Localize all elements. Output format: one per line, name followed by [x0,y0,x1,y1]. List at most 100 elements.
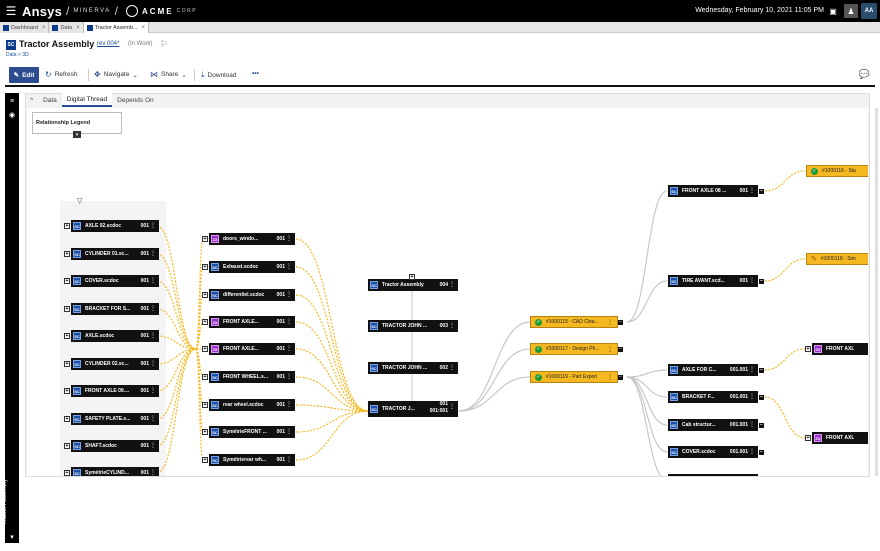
node-menu-icon[interactable]: ⋮ [749,187,755,194]
node-menu-icon[interactable]: ⋮ [607,319,613,326]
node-body[interactable]: SC SHAFT.scdoc 001 ⋮ [71,440,159,452]
collapse-node-icon[interactable]: − [759,188,764,194]
node-menu-icon[interactable]: ⋮ [286,373,292,380]
expand-node-icon[interactable]: + [64,361,70,367]
expand-node-icon[interactable]: + [202,429,208,435]
expand-node-icon[interactable]: + [64,416,70,422]
collapse-node-icon[interactable]: − [759,394,764,400]
collapse-panel-icon[interactable]: ^ [25,93,38,107]
expand-node-icon[interactable]: + [202,319,208,325]
node-menu-icon[interactable]: ⋮ [150,332,156,339]
graph-node[interactable]: + SC rear wheel.scdoc 001 ⋮ [202,399,295,411]
collapse-node-icon[interactable]: − [759,422,764,428]
graph-node[interactable]: SC TRACTOR JOHN ... 003 ⋮ [368,320,458,332]
tab-depends-on[interactable]: Depends On [112,93,159,107]
graph-node[interactable]: + ZX FRONT AXLE... 001 ⋮ [202,343,295,355]
expand-node-icon[interactable]: + [64,388,70,394]
node-menu-icon[interactable]: ⋮ [150,387,156,394]
expand-node-icon[interactable]: + [805,346,811,352]
graph-node[interactable]: SC AXLE FOR C... 001.001 ⋮ − [668,364,764,376]
layout-toggle-icon[interactable]: ▣ [826,4,840,18]
graph-node[interactable]: SC BRACKET F... 001.001 ⋮ − [668,391,764,403]
node-menu-icon[interactable]: ⋮ [449,322,455,329]
node-menu-icon[interactable]: ⋮ [749,366,755,373]
node-body[interactable]: ZXFRONT AXL⋮ [812,432,868,444]
graph-node[interactable]: SC COVER.scdoc 001.001 ⋮ − [668,446,764,458]
graph-node[interactable]: + SC AXLE 02.scdoc 001 ⋮ [64,220,159,232]
vertical-scrollbar[interactable] [875,108,878,476]
expand-node-icon[interactable]: + [64,306,70,312]
node-body[interactable]: SC FRONT AXLE 08 ... 001 ⋮ [668,185,758,197]
tab-tractor-assembly[interactable]: Tractor Assemb... × [83,22,149,33]
cad-task-node[interactable]: ✓ #1000119 - Part Export ⋮ − [530,371,623,383]
node-body[interactable]: SC FRONT AXLE 09.... 001 ⋮ [71,385,159,397]
graph-node[interactable]: + SC Exhaust.scdoc 001 ⋮ [202,261,295,273]
node-body[interactable]: SC AXLE.scdoc 001 ⋮ [71,330,159,342]
node-menu-icon[interactable]: ⋮ [150,305,156,312]
cad-task-node[interactable]: ✎ #1000118 - Sim [806,253,868,265]
node-menu-icon[interactable]: ⋮ [286,263,292,270]
node-menu-icon[interactable]: ⋮ [286,456,292,463]
expand-node-icon[interactable]: + [64,223,70,229]
expand-node-icon[interactable]: + [202,236,208,242]
cad-task-node[interactable]: ✓ #1000117 - Design Ph... ⋮ − [530,343,623,355]
expand-node-icon[interactable]: + [64,251,70,257]
node-menu-icon[interactable]: ⋮ [749,421,755,428]
node-menu-icon[interactable]: ⋮ [749,277,755,284]
node-menu-icon[interactable]: ⋮ [150,250,156,257]
graph-node[interactable]: SC Cab structur... 001.001 ⋮ − [668,419,764,431]
graph-node[interactable]: SC TRACTOR J... 001 001:001 ⋮ [368,401,458,417]
tab-data[interactable]: Data [38,93,62,107]
expand-node-icon[interactable]: + [202,264,208,270]
expand-node-icon[interactable]: + [64,470,70,476]
graph-node[interactable]: + ZX doors_windo... 001 ⋮ [202,233,295,245]
list-icon[interactable]: ≡ [8,97,16,105]
hamburger-menu-icon[interactable]: ☰ [0,0,22,22]
expand-node-icon[interactable]: + [202,292,208,298]
node-menu-icon[interactable]: ⋮ [286,235,292,242]
node-body[interactable]: SC TIRE AVANT.scd... 001 ⋮ [668,275,758,287]
collapse-node-icon[interactable]: − [618,375,623,380]
collapse-node-icon[interactable]: − [759,367,764,373]
node-menu-icon[interactable]: ⋮ [449,364,455,371]
node-menu-icon[interactable]: ⋮ [449,281,455,288]
node-menu-icon[interactable]: ⋮ [150,469,156,476]
expand-node-icon[interactable]: + [202,374,208,380]
node-body[interactable]: SC SAFETY PLATE.s... 001 ⋮ [71,413,159,425]
close-icon[interactable]: × [76,25,80,31]
graph-node[interactable]: + SC BRACKET FOR S... 001 ⋮ [64,303,159,315]
node-menu-icon[interactable]: ⋮ [286,318,292,325]
tab-dashboard[interactable]: Dashboard × [0,22,50,33]
collapse-node-icon[interactable]: − [618,320,623,325]
edit-button[interactable]: ✎ Edit [9,67,39,83]
graph-node[interactable]: + SC CYLINDER 02.sc... 001 ⋮ [64,358,159,370]
download-button[interactable]: ⤓ Download [201,70,236,80]
expand-parent-icon[interactable]: + [409,274,415,280]
node-body[interactable]: SC CYLINDER 01.sc... 001 ⋮ [71,248,159,260]
node-body[interactable]: SC TRACTOR JOHN ... 003 ⋮ [368,320,458,332]
database-icon[interactable]: ◉ [8,111,16,119]
graph-node[interactable]: +ZXFRONT AXL⋮ [805,343,868,355]
node-body[interactable]: SC Tractor Assembly 004 ⋮ [368,279,458,291]
node-body[interactable]: SC AXLE FOR C... 001.001 ⋮ [668,364,758,376]
node-menu-icon[interactable]: ⋮ [286,401,292,408]
graph-node[interactable]: + SC Symétrierear wh... 001 ⋮ [202,454,295,466]
node-body[interactable]: SC CYLINDER 02.sc... 001 ⋮ [71,358,159,370]
node-body[interactable]: SC TRACTOR JOHN ... 002 ⋮ [368,362,458,374]
expand-node-icon[interactable]: + [64,443,70,449]
node-body[interactable]: SC SymétrieCYLIND... 001 ⋮ [71,467,159,476]
node-body[interactable]: ZX FRONT AXLE... 001 ⋮ [209,343,295,355]
node-menu-icon[interactable]: ⋮ [286,345,292,352]
node-body[interactable]: SC rear wheel.scdoc 001 ⋮ [209,399,295,411]
graph-node[interactable]: SC FRONT AXLE 08 ... 001 ⋮ − [668,185,764,197]
node-body[interactable]: SC TRACTOR J... 001 001:001 ⋮ [368,401,458,417]
cad-task-node[interactable]: ✓ #1000116 - Sta [806,165,868,177]
node-body[interactable]: SC Symétrierear wh... 001 ⋮ [209,454,295,466]
node-body[interactable]: SC Cab structur... 001.001 ⋮ [668,419,758,431]
graph-node[interactable]: + SC FRONT AXLE 09.... 001 ⋮ [64,385,159,397]
node-menu-icon[interactable]: ⋮ [150,360,156,367]
collapse-node-icon[interactable]: − [759,449,764,455]
node-body[interactable]: SC COVER.scdoc 001 ⋮ [71,275,159,287]
graph-node[interactable]: + SC SHAFT.scdoc 001 ⋮ [64,440,159,452]
graph-node[interactable]: + SC differentiel.scdoc 001 ⋮ [202,289,295,301]
